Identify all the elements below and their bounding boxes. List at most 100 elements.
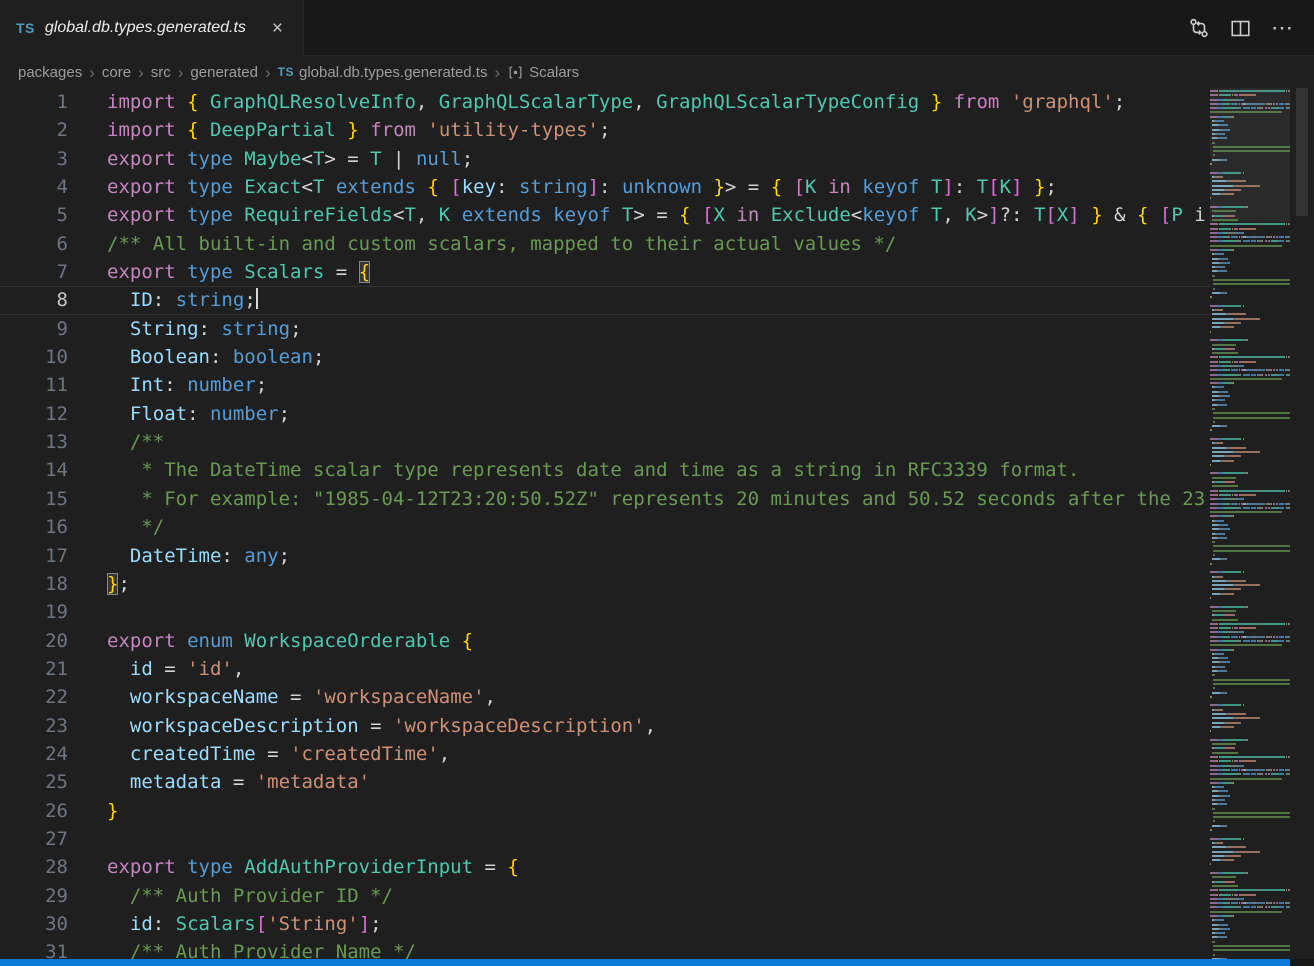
breadcrumb-generated[interactable]: generated (190, 64, 258, 81)
code-line[interactable]: 22 workspaceName = 'workspaceName', (0, 683, 1210, 711)
minimap-line (1210, 696, 1290, 698)
line-number[interactable]: 26 (0, 797, 68, 825)
line-number[interactable]: 12 (0, 400, 68, 428)
line-number[interactable]: 13 (0, 428, 68, 456)
line-number[interactable]: 1 (0, 88, 68, 116)
code-line[interactable]: 8 ID: string; (0, 286, 1210, 314)
code-line[interactable]: 21 id = 'id', (0, 655, 1210, 683)
code-line[interactable]: 23 workspaceDescription = 'workspaceDesc… (0, 712, 1210, 740)
tab-bar: TS global.db.types.generated.ts × ⋯ (0, 0, 1314, 56)
code-line[interactable]: 7export type Scalars = { (0, 258, 1210, 286)
line-number[interactable]: 11 (0, 371, 68, 399)
code-line[interactable]: 17 DateTime: any; (0, 542, 1210, 570)
vertical-scrollbar[interactable] (1290, 88, 1314, 966)
line-number[interactable]: 5 (0, 201, 68, 229)
code-line[interactable]: 19 (0, 598, 1210, 626)
line-number[interactable]: 10 (0, 343, 68, 371)
minimap-line (1210, 223, 1290, 225)
line-number[interactable]: 20 (0, 627, 68, 655)
text-cursor (256, 288, 258, 309)
line-number[interactable]: 22 (0, 683, 68, 711)
line-number[interactable]: 28 (0, 853, 68, 881)
minimap-line (1210, 812, 1290, 814)
line-number[interactable]: 18 (0, 570, 68, 598)
line-text: Float: number; (68, 400, 290, 428)
breadcrumb-packages[interactable]: packages (18, 64, 82, 81)
code-line[interactable]: 1import { GraphQLResolveInfo, GraphQLSca… (0, 88, 1210, 116)
line-number[interactable]: 4 (0, 173, 68, 201)
line-text: metadata = 'metadata' (68, 768, 370, 796)
minimap-line (1210, 399, 1290, 401)
code-line[interactable]: 16 */ (0, 513, 1210, 541)
minimap-line (1210, 670, 1290, 672)
line-number[interactable]: 23 (0, 712, 68, 740)
tab-global-db-types-generated[interactable]: TS global.db.types.generated.ts × (0, 0, 304, 56)
line-number[interactable]: 30 (0, 910, 68, 938)
line-number[interactable]: 17 (0, 542, 68, 570)
code-line[interactable]: 25 metadata = 'metadata' (0, 768, 1210, 796)
minimap-line (1210, 515, 1290, 517)
code-line[interactable]: 27 (0, 825, 1210, 853)
open-changes-icon[interactable] (1188, 17, 1210, 39)
minimap-line (1210, 417, 1290, 419)
breadcrumb-core[interactable]: core (102, 64, 131, 81)
code-line[interactable]: 10 Boolean: boolean; (0, 343, 1210, 371)
minimap[interactable] (1210, 88, 1290, 966)
code-editor[interactable]: 1import { GraphQLResolveInfo, GraphQLSca… (0, 88, 1210, 966)
line-number[interactable]: 8 (0, 286, 68, 314)
line-number[interactable]: 16 (0, 513, 68, 541)
minimap-line (1210, 421, 1290, 423)
line-number[interactable]: 21 (0, 655, 68, 683)
split-editor-icon[interactable] (1230, 18, 1251, 39)
line-number[interactable]: 24 (0, 740, 68, 768)
line-number[interactable]: 7 (0, 258, 68, 286)
code-line[interactable]: 6/** All built-in and custom scalars, ma… (0, 230, 1210, 258)
code-line[interactable]: 3export type Maybe<T> = T | null; (0, 145, 1210, 173)
minimap-line (1210, 451, 1290, 453)
code-line[interactable]: 4export type Exact<T extends { [key: str… (0, 173, 1210, 201)
line-text: export enum WorkspaceOrderable { (68, 627, 473, 655)
breadcrumb-symbol-label: Scalars (529, 64, 579, 81)
code-line[interactable]: 29 /** Auth Provider ID */ (0, 882, 1210, 910)
minimap-line (1210, 412, 1290, 414)
line-number[interactable]: 15 (0, 485, 68, 513)
code-line[interactable]: 9 String: string; (0, 315, 1210, 343)
line-number[interactable]: 9 (0, 315, 68, 343)
code-line[interactable]: 20export enum WorkspaceOrderable { (0, 627, 1210, 655)
line-number[interactable]: 14 (0, 456, 68, 484)
code-line[interactable]: 28export type AddAuthProviderInput = { (0, 853, 1210, 881)
code-line[interactable]: 18}; (0, 570, 1210, 598)
minimap-line (1210, 356, 1290, 358)
breadcrumb-symbol-scalars[interactable]: Scalars (507, 64, 579, 81)
code-line[interactable]: 11 Int: number; (0, 371, 1210, 399)
line-number[interactable]: 25 (0, 768, 68, 796)
code-line[interactable]: 5export type RequireFields<T, K extends … (0, 201, 1210, 229)
code-line[interactable]: 13 /** (0, 428, 1210, 456)
line-number[interactable]: 6 (0, 230, 68, 258)
code-line[interactable]: 15 * For example: "1985-04-12T23:20:50.5… (0, 485, 1210, 513)
minimap-line (1210, 674, 1290, 676)
line-text: id: Scalars['String']; (68, 910, 382, 938)
line-number[interactable]: 19 (0, 598, 68, 626)
line-number[interactable]: 3 (0, 145, 68, 173)
line-number[interactable]: 27 (0, 825, 68, 853)
code-line[interactable]: 30 id: Scalars['String']; (0, 910, 1210, 938)
code-line[interactable]: 14 * The DateTime scalar type represents… (0, 456, 1210, 484)
line-number[interactable]: 29 (0, 882, 68, 910)
more-actions-icon[interactable]: ⋯ (1271, 15, 1294, 41)
breadcrumb-src[interactable]: src (151, 64, 171, 81)
close-tab-icon[interactable]: × (268, 19, 287, 38)
minimap-line (1210, 245, 1290, 247)
minimap-line (1210, 567, 1290, 569)
minimap-line (1210, 601, 1290, 603)
minimap-line (1210, 275, 1290, 277)
code-line[interactable]: 12 Float: number; (0, 400, 1210, 428)
minimap-line (1210, 653, 1290, 655)
code-line[interactable]: 26} (0, 797, 1210, 825)
line-number[interactable]: 2 (0, 116, 68, 144)
code-line[interactable]: 2import { DeepPartial } from 'utility-ty… (0, 116, 1210, 144)
minimap-line (1210, 851, 1290, 853)
scrollbar-thumb[interactable] (1296, 88, 1308, 216)
breadcrumb-file[interactable]: TS global.db.types.generated.ts (278, 64, 488, 81)
code-line[interactable]: 24 createdTime = 'createdTime', (0, 740, 1210, 768)
